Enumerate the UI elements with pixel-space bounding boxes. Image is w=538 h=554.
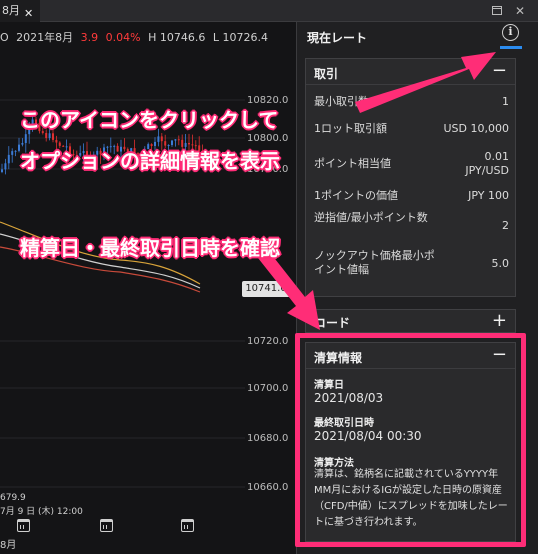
row-value: 5.0	[491, 257, 510, 270]
expand-icon[interactable]: +	[492, 310, 507, 332]
crosshair-date: 7月 9 日 (木) 12:00	[0, 507, 83, 517]
calendar-icon[interactable]	[100, 519, 113, 532]
tab-label: 8月	[2, 4, 20, 17]
price-tick: 10720.0	[247, 336, 289, 347]
candle-body	[1, 169, 3, 172]
annotation-line-3: 精算日・最終取引日時を確認	[20, 236, 280, 260]
chart-tab[interactable]: 8月 ✕	[0, 0, 40, 22]
row-key: 最小取引数	[314, 95, 369, 108]
restore-window-icon[interactable]	[490, 4, 504, 18]
close-window-icon[interactable]: ✕	[513, 4, 527, 18]
price-chart[interactable]: O 2021年8月 3.9 0.04% H 10746.6 L 10726.4 …	[0, 22, 296, 554]
code-section[interactable]: コード +	[305, 309, 516, 333]
price-tick: 10680.0	[247, 433, 289, 444]
info-icon: i	[502, 24, 519, 41]
calendar-icon[interactable]	[17, 519, 30, 532]
panel-title: 現在レート	[307, 31, 368, 45]
current-price-tag: 10741.6	[242, 281, 290, 297]
rate-detail-panel: 現在レート i 取引 − 最小取引数 1 1ロット取引額 USD 10,000 …	[296, 22, 538, 554]
row-value: 0.01 JPY/USD	[465, 150, 509, 177]
row-key: ノックアウト価格最小ポイント値幅	[314, 249, 435, 276]
candle-body	[55, 139, 58, 143]
candle-body	[48, 133, 51, 138]
row-value: USD 10,000	[443, 122, 510, 135]
row-value: JPY 100	[468, 189, 509, 202]
info-button[interactable]: i	[498, 24, 523, 51]
candlestick-plot	[0, 99, 245, 488]
settlement-section: 清算情報 − 清算日 2021/08/03 最終取引日時 2021/08/04 …	[305, 342, 516, 542]
collapse-icon[interactable]: −	[492, 344, 507, 366]
candle-body	[4, 163, 7, 170]
candle-body	[7, 154, 10, 164]
settlement-date-label: 清算日	[314, 380, 344, 391]
time-axis-label: 8月	[0, 540, 17, 551]
candle-body	[174, 139, 177, 141]
candle-body	[14, 150, 17, 152]
candle-body	[52, 133, 54, 140]
trade-section-header[interactable]: 取引 −	[306, 59, 515, 85]
settlement-method-text: 清算は、銘柄名に記載されているYYYY年MM月におけるIGが設定した日時の原資産…	[314, 469, 508, 528]
trade-row: 逆指値/最小ポイント数 2	[314, 211, 509, 241]
collapse-icon[interactable]: −	[492, 60, 507, 82]
settlement-section-title: 清算情報	[314, 351, 363, 365]
trade-row: ポイント相当値 0.01 JPY/USD	[314, 150, 509, 180]
trade-row: ノックアウト価格最小ポイント値幅 5.0	[314, 249, 509, 279]
last-trade-label: 最終取引日時	[314, 418, 374, 429]
candle-body	[11, 151, 14, 155]
trade-section: 取引 − 最小取引数 1 1ロット取引額 USD 10,000 ポイント相当値 …	[305, 58, 516, 297]
row-key: 逆指値/最小ポイント数	[314, 211, 428, 224]
candle-body	[177, 139, 180, 141]
trade-section-title: 取引	[314, 67, 339, 81]
row-key: 1ポイントの価値	[314, 189, 398, 202]
crosshair-value: 679.9	[0, 493, 26, 503]
calendar-icon[interactable]	[181, 519, 194, 532]
settlement-section-header[interactable]: 清算情報 −	[306, 343, 515, 369]
row-key: ポイント相当値	[314, 157, 391, 170]
annotation-line-1: このアイコンをクリックして	[20, 108, 279, 132]
code-section-title: コード	[314, 316, 351, 330]
row-value: 2	[502, 219, 509, 232]
candle-body	[157, 136, 160, 142]
last-trade-value: 2021/08/04 00:30	[314, 429, 422, 443]
active-indicator	[500, 46, 522, 49]
settlement-date-value: 2021/08/03	[314, 391, 384, 405]
price-tick: 10700.0	[247, 383, 289, 394]
annotation-line-2: オプションの詳細情報を表示	[20, 149, 280, 173]
row-value: 1	[502, 95, 509, 108]
candle-body	[160, 136, 163, 142]
top-bar: 8月 ✕ ✕	[0, 0, 538, 22]
candle-body	[24, 134, 27, 143]
candle-body	[45, 132, 48, 138]
price-tick: 10800.0	[247, 133, 289, 144]
price-tick: 10660.0	[247, 482, 289, 493]
row-key: 1ロット取引額	[314, 122, 387, 135]
